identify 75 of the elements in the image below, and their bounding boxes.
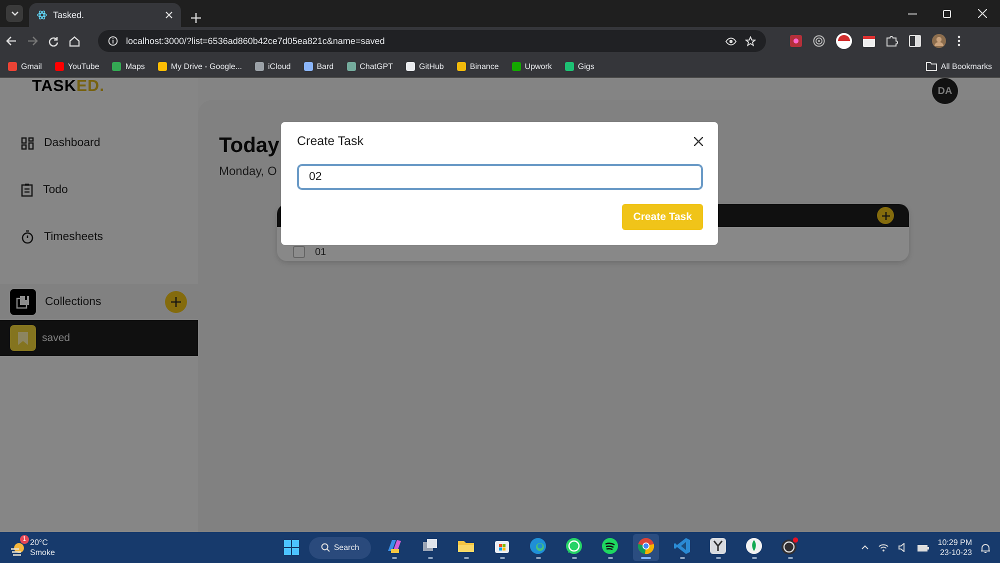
temperature: 20°C [30,538,49,548]
date-text: Monday, O [219,164,277,178]
more-menu-icon[interactable] [957,35,961,47]
sidebar-item[interactable]: Dashboard [21,132,198,154]
code-editor-icon[interactable] [673,536,691,554]
clock-app-icon[interactable] [709,536,727,554]
clipboard-icon [21,183,33,197]
chat-bubble-icon[interactable] [565,536,583,554]
bookmark[interactable]: Gigs [564,62,594,70]
user-avatar[interactable]: DA [932,78,958,104]
sidebar-item[interactable]: Timesheets [21,226,198,248]
extension-icon[interactable] [790,35,802,47]
close-icon[interactable] [978,9,987,18]
side-panel-icon[interactable] [909,35,921,47]
clock-time[interactable]: 10:29 PM [938,538,972,548]
browser-tab[interactable]: Tasked. [29,3,181,27]
dialog-title: Create Task [297,134,364,148]
bookmark[interactable]: My Drive - Google... [158,62,242,70]
taskbar-app[interactable] [633,534,659,561]
puzzle-icon[interactable] [886,35,898,47]
leaf-icon[interactable] [745,536,763,554]
stopwatch-icon [21,230,34,244]
profile-avatar-icon[interactable] [932,34,946,48]
page-heading: Today [219,133,280,159]
task-checkbox[interactable] [293,246,305,258]
bell-icon[interactable] [981,542,990,552]
plus-icon[interactable] [171,297,181,307]
atom-icon [37,10,47,20]
address-bar[interactable]: localhost:3000/?list=6536ad860b42ce7d05ea821c&name=saved [98,30,766,52]
forward-arrow-icon[interactable] [27,36,38,46]
bookmark[interactable]: YouTube [54,62,100,70]
calendar-icon[interactable] [863,36,875,46]
home-icon[interactable] [69,36,80,46]
target-icon[interactable] [813,35,825,47]
star-icon[interactable] [745,36,756,46]
add-task-button[interactable] [877,207,894,224]
all-bookmarks[interactable]: All Bookmarks [926,62,992,70]
plus-icon[interactable] [882,212,890,220]
collection-item[interactable]: saved [0,320,198,356]
task-name-field[interactable]: 02 [297,164,703,190]
dashboard-grid-icon [21,136,34,150]
wifi-icon[interactable] [878,543,889,552]
bookmark[interactable]: Gmail [8,62,42,70]
new-tab-icon[interactable] [191,13,201,23]
bookmark[interactable]: ChatGPT [346,62,393,70]
add-collection-button[interactable] [165,291,187,313]
bookmark[interactable]: iCloud [255,62,291,70]
app-logo: TASKED. [32,78,105,96]
clock-date[interactable]: 23-10-23 [940,548,972,558]
taskbar-search[interactable]: Search [309,536,371,558]
info-icon[interactable] [108,36,118,46]
close-icon[interactable] [165,11,173,19]
reload-icon[interactable] [48,36,59,46]
task-text: 01 [315,247,326,258]
close-button[interactable] [694,136,703,146]
folder-icon [926,62,937,70]
eye-icon[interactable] [725,36,737,46]
sidebar-item[interactable]: Todo [21,179,198,201]
chevron-down-icon[interactable] [10,11,18,16]
battery-icon[interactable] [916,544,929,552]
back-arrow-icon[interactable] [6,36,17,46]
collections-title: Collections [45,296,102,308]
bookmark[interactable]: Bard [304,62,334,70]
windows-start-icon[interactable] [284,540,299,555]
chevron-up-icon[interactable] [860,545,869,550]
bookmark[interactable]: Maps [112,62,145,70]
weather-condition: Smoke [30,548,55,558]
tab-search-button[interactable] [6,5,23,22]
bookmark[interactable]: Binance [456,62,499,70]
bookmark[interactable]: Upwork [512,62,552,70]
search-icon[interactable] [320,543,330,552]
bookmark-icon [10,325,36,351]
collections-icon [10,289,36,315]
restore-icon[interactable] [943,9,952,18]
bookmark[interactable]: GitHub [406,62,444,70]
